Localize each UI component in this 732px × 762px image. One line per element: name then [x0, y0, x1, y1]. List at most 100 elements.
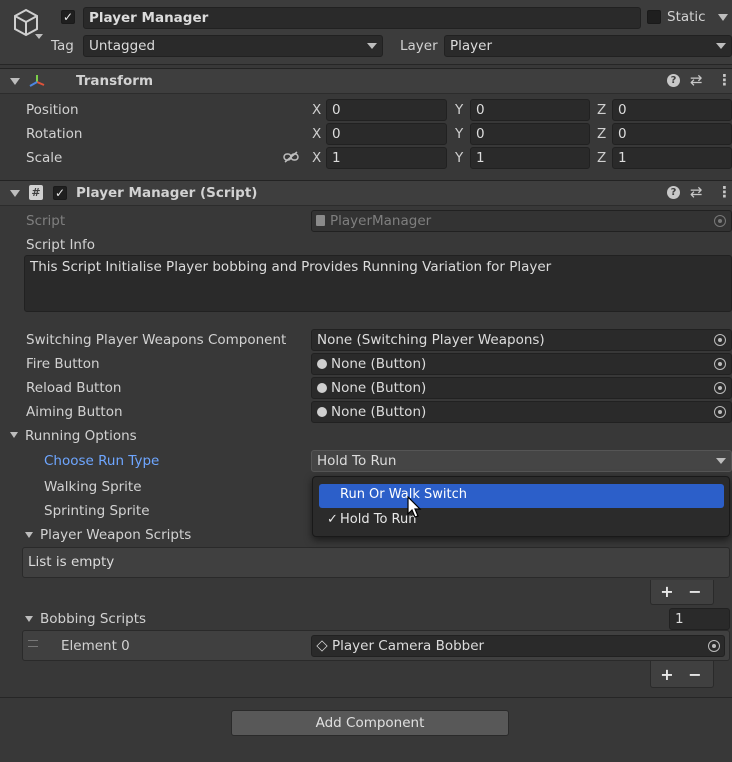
script-component-header[interactable]: # ✓ Player Manager (Script) ? ⇄ ⋮ — [0, 180, 732, 206]
prefab-cube-icon — [316, 640, 328, 652]
drag-handle-icon[interactable] — [28, 640, 38, 647]
bobbing-count-field[interactable]: 1 — [669, 608, 730, 630]
scale-label: Scale — [26, 150, 63, 166]
cube-dropdown-icon[interactable] — [35, 34, 43, 39]
object-name-field[interactable]: Player Manager — [83, 7, 641, 29]
switching-weapons-label: Switching Player Weapons Component — [26, 332, 287, 348]
bobbing-add-button[interactable]: + — [652, 664, 682, 686]
position-x-field[interactable]: 0 — [326, 99, 447, 121]
check-icon: ✓ — [327, 512, 338, 527]
scale-x-axis[interactable]: X — [312, 149, 321, 167]
script-file-icon — [316, 215, 325, 226]
run-type-dropdown-menu: Run Or Walk Switch ✓ Hold To Run — [312, 476, 730, 537]
fire-button-value: None (Button) — [331, 356, 427, 372]
script-presets-icon[interactable]: ⇄ — [690, 183, 703, 201]
script-reference-field: PlayerManager — [311, 210, 732, 232]
run-type-dropdown-icon — [716, 458, 726, 464]
weapon-remove-button[interactable]: − — [680, 581, 710, 603]
reload-button-value: None (Button) — [331, 380, 427, 396]
static-dropdown-icon[interactable] — [718, 14, 728, 21]
dropdown-option-hold-to-run[interactable]: ✓ Hold To Run — [319, 509, 724, 533]
layer-label: Layer — [400, 38, 438, 54]
option-label: Hold To Run — [340, 512, 417, 527]
aiming-button-picker-icon[interactable] — [714, 406, 726, 418]
add-component-button[interactable]: Add Component — [231, 710, 509, 736]
element0-label: Element 0 — [61, 638, 130, 654]
button-component-icon — [317, 359, 327, 369]
help-icon[interactable]: ? — [667, 74, 680, 87]
aiming-button-field[interactable]: None (Button) — [311, 401, 732, 423]
rotation-z-axis[interactable]: Z — [597, 125, 606, 143]
script-enabled-checkbox[interactable]: ✓ — [53, 186, 67, 200]
weapon-scripts-foldout-icon[interactable] — [25, 532, 33, 538]
tag-dropdown-icon — [367, 43, 377, 49]
script-reference-value: PlayerManager — [330, 213, 432, 229]
option-label: Run Or Walk Switch — [340, 487, 468, 502]
script-info-textarea[interactable]: This Script Initialise Player bobbing an… — [24, 255, 732, 312]
choose-run-type-label: Choose Run Type — [44, 453, 160, 469]
transform-axes-icon — [29, 75, 45, 87]
tag-label: Tag — [51, 38, 74, 54]
rotation-y-axis[interactable]: Y — [455, 125, 463, 143]
element0-field[interactable]: Player Camera Bobber — [311, 635, 725, 657]
running-options-label[interactable]: Running Options — [25, 427, 137, 445]
button-component-icon — [317, 407, 327, 417]
header: ✓ Player Manager Static Tag Untagged Lay… — [0, 0, 732, 65]
choose-run-type-dropdown[interactable]: Hold To Run — [311, 450, 732, 472]
mouse-cursor-icon — [407, 496, 422, 518]
script-help-icon[interactable]: ? — [667, 186, 680, 199]
bobbing-remove-button[interactable]: − — [680, 664, 710, 686]
element0-value: Player Camera Bobber — [332, 638, 485, 654]
reload-button-label: Reload Button — [26, 380, 122, 396]
scale-z-axis[interactable]: Z — [597, 149, 606, 167]
dropdown-option-run-or-walk[interactable]: Run Or Walk Switch — [319, 484, 724, 508]
script-object-picker-icon — [714, 215, 726, 227]
button-component-icon — [317, 383, 327, 393]
position-x-axis[interactable]: X — [312, 101, 321, 119]
fire-button-field[interactable]: None (Button) — [311, 353, 732, 375]
weapon-add-button[interactable]: + — [652, 581, 682, 603]
script-info-label: Script Info — [26, 237, 95, 253]
script-context-menu-icon[interactable]: ⋮ — [717, 183, 732, 201]
scale-y-field[interactable]: 1 — [470, 147, 590, 169]
reload-button-field[interactable]: None (Button) — [311, 377, 732, 399]
element0-picker-icon[interactable] — [708, 640, 720, 652]
context-menu-icon[interactable]: ⋮ — [717, 71, 732, 89]
aiming-button-value: None (Button) — [331, 404, 427, 420]
fire-button-picker-icon[interactable] — [714, 358, 726, 370]
presets-icon[interactable]: ⇄ — [690, 71, 703, 89]
static-checkbox[interactable] — [647, 10, 661, 24]
bobbing-scripts-foldout-icon[interactable] — [25, 616, 33, 622]
reload-button-picker-icon[interactable] — [714, 382, 726, 394]
rotation-label: Rotation — [26, 126, 83, 142]
script-label: Script — [26, 213, 66, 229]
static-label: Static — [667, 9, 706, 25]
scale-z-field[interactable]: 1 — [612, 147, 732, 169]
scale-x-field[interactable]: 1 — [326, 147, 447, 169]
rotation-x-field[interactable]: 0 — [326, 123, 447, 145]
scale-y-axis[interactable]: Y — [455, 149, 463, 167]
active-checkbox[interactable]: ✓ — [61, 10, 75, 24]
running-options-foldout-icon[interactable] — [10, 432, 18, 438]
weapon-scripts-label[interactable]: Player Weapon Scripts — [40, 526, 191, 544]
switching-weapons-field[interactable]: None (Switching Player Weapons) — [311, 329, 732, 351]
script-hash-icon: # — [29, 185, 43, 200]
switching-weapons-picker-icon[interactable] — [714, 334, 726, 346]
script-foldout-icon[interactable] — [10, 190, 20, 197]
transform-header[interactable]: Transform ? ⇄ ⋮ — [0, 68, 732, 94]
transform-foldout-icon[interactable] — [10, 78, 20, 85]
rotation-z-field[interactable]: 0 — [612, 123, 732, 145]
constrain-proportions-icon[interactable] — [283, 151, 299, 163]
position-y-axis[interactable]: Y — [455, 101, 463, 119]
layer-dropdown-icon — [716, 43, 726, 49]
position-y-field[interactable]: 0 — [470, 99, 590, 121]
position-z-axis[interactable]: Z — [597, 101, 606, 119]
divider — [0, 697, 732, 698]
position-z-field[interactable]: 0 — [612, 99, 732, 121]
rotation-x-axis[interactable]: X — [312, 125, 321, 143]
tag-dropdown[interactable]: Untagged — [83, 35, 383, 57]
layer-dropdown[interactable]: Player — [444, 35, 732, 57]
fire-button-label: Fire Button — [26, 356, 100, 372]
bobbing-scripts-label[interactable]: Bobbing Scripts — [40, 610, 146, 628]
rotation-y-field[interactable]: 0 — [470, 123, 590, 145]
